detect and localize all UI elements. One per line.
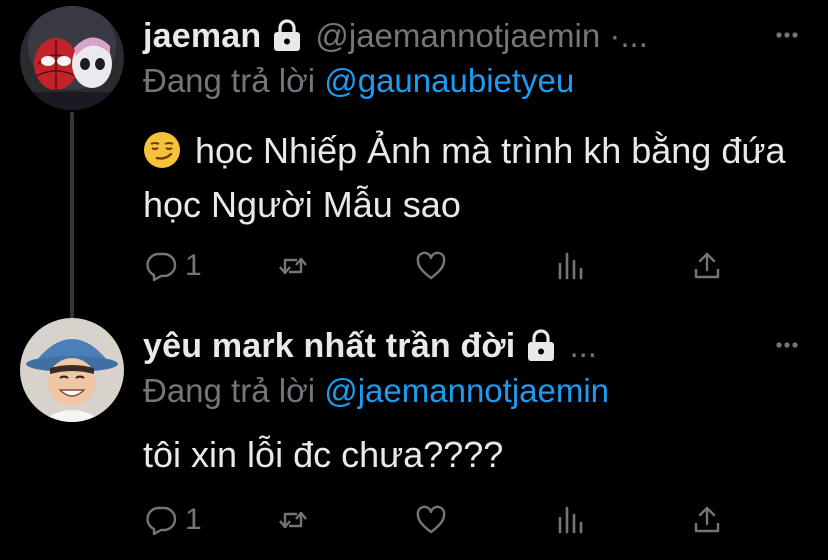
tweet-text: học Nhiếp Ảnh mà trình kh bằng đứa học N… bbox=[143, 124, 813, 232]
avatar[interactable] bbox=[20, 318, 124, 422]
share-button[interactable] bbox=[691, 246, 723, 286]
like-icon bbox=[416, 251, 446, 280]
tweet-actions: 1 bbox=[143, 246, 743, 286]
replying-prefix: Đang trả lời bbox=[143, 372, 316, 409]
reply-button[interactable]: 1 bbox=[145, 246, 202, 286]
analytics-button[interactable] bbox=[555, 500, 587, 540]
ellipsis-icon[interactable] bbox=[774, 332, 800, 358]
tweet-text: tôi xin lỗi đc chưa???? bbox=[143, 428, 813, 482]
handle[interactable]: @jaemannotjaemin ·... bbox=[315, 17, 647, 55]
like-button[interactable] bbox=[415, 500, 447, 540]
lock-icon bbox=[528, 329, 555, 361]
views-icon bbox=[558, 252, 583, 280]
replying-prefix: Đang trả lời bbox=[143, 62, 316, 99]
tweet-header: yêu mark nhất trần đời ... bbox=[143, 324, 828, 368]
reply-count: 1 bbox=[185, 503, 202, 536]
replying-to-mention[interactable]: @jaemannotjaemin bbox=[324, 372, 609, 409]
retweet-icon bbox=[279, 257, 307, 275]
reply-count: 1 bbox=[185, 249, 202, 282]
share-button[interactable] bbox=[691, 500, 723, 540]
tweet-header: jaeman @jaemannotjaemin ·... bbox=[143, 14, 828, 58]
avatar[interactable] bbox=[20, 6, 124, 110]
reply-icon bbox=[146, 506, 177, 536]
retweet-button[interactable] bbox=[277, 246, 309, 286]
analytics-button[interactable] bbox=[555, 246, 587, 286]
handle[interactable]: ... bbox=[569, 327, 597, 365]
share-icon bbox=[694, 252, 720, 279]
replying-to: Đang trả lời @jaemannotjaemin bbox=[143, 372, 609, 410]
smirking-face-emoji bbox=[144, 132, 180, 168]
tweet-text-content: học Nhiếp Ảnh mà trình kh bằng đứa học N… bbox=[143, 130, 786, 225]
display-name[interactable]: jaeman bbox=[143, 17, 261, 56]
views-icon bbox=[558, 506, 583, 534]
tweet-actions: 1 bbox=[143, 500, 743, 540]
thread-connector-line bbox=[70, 112, 74, 320]
tweet-text-content: tôi xin lỗi đc chưa???? bbox=[143, 434, 504, 475]
retweet-button[interactable] bbox=[277, 500, 309, 540]
replying-to: Đang trả lời @gaunaubietyeu bbox=[143, 62, 574, 100]
replying-to-mention[interactable]: @gaunaubietyeu bbox=[324, 62, 574, 99]
share-icon bbox=[694, 506, 720, 533]
lock-icon bbox=[274, 19, 301, 51]
display-name[interactable]: yêu mark nhất trần đời bbox=[143, 327, 515, 366]
reply-icon bbox=[146, 252, 177, 282]
reply-button[interactable]: 1 bbox=[145, 500, 202, 540]
ellipsis-icon[interactable] bbox=[774, 22, 800, 48]
retweet-icon bbox=[279, 511, 307, 529]
like-icon bbox=[416, 505, 446, 534]
like-button[interactable] bbox=[415, 246, 447, 286]
